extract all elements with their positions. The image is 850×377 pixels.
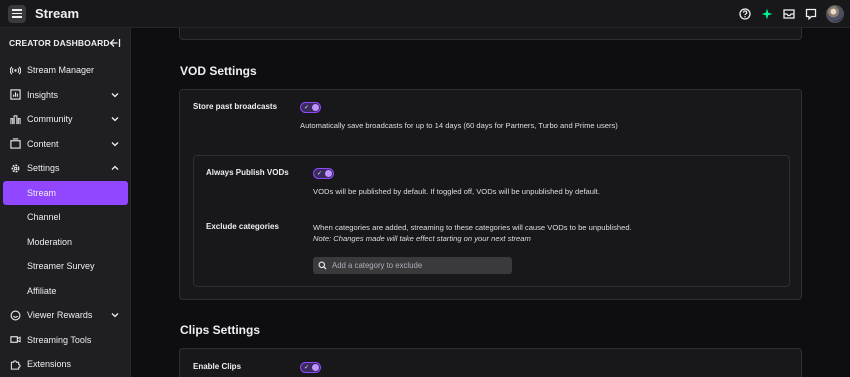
sidebar-item-community[interactable]: Community: [0, 107, 130, 132]
top-bar-icons: [734, 4, 844, 24]
sidebar-item-settings[interactable]: Settings: [0, 156, 130, 181]
exclude-categories-description: When categories are added, streaming to …: [313, 222, 632, 244]
sidebar-subitem-streamer-survey[interactable]: Streamer Survey: [0, 254, 130, 279]
content-icon: [9, 138, 21, 150]
sidebar-item-label: Stream Manager: [27, 65, 95, 76]
chevron-down-icon: [111, 92, 119, 97]
publish-vods-toggle[interactable]: ✓: [313, 168, 334, 179]
sidebar-subitem-moderation[interactable]: Moderation: [0, 230, 130, 255]
insights-icon: [9, 89, 21, 101]
sidebar-header: CREATOR DASHBOARD: [0, 28, 130, 58]
sidebar-item-label: Community: [27, 114, 73, 125]
search-placeholder: Add a category to exclude: [332, 261, 423, 270]
vod-settings-title: VOD Settings: [180, 64, 257, 78]
publish-vods-card: Always Publish VODs ✓ VODs will be publi…: [193, 155, 790, 287]
rewards-icon: [9, 309, 21, 321]
check-icon: ✓: [304, 365, 310, 371]
sidebar-item-stream-manager[interactable]: Stream Manager: [0, 58, 130, 83]
whispers-icon[interactable]: [800, 4, 822, 24]
check-icon: ✓: [304, 105, 310, 111]
store-broadcasts-description: Automatically save broadcasts for up to …: [300, 121, 618, 130]
sidebar-item-label: Viewer Rewards: [27, 310, 93, 321]
sidebar-item-label: Insights: [27, 89, 59, 100]
main-content: VOD Settings Store past broadcasts ✓ Aut…: [131, 28, 850, 377]
store-broadcasts-label: Store past broadcasts: [193, 102, 278, 111]
sidebar-item-content[interactable]: Content: [0, 132, 130, 157]
vod-settings-card: Store past broadcasts ✓ Automatically sa…: [179, 89, 802, 300]
prime-loot-icon[interactable]: [756, 4, 778, 24]
sidebar-item-insights[interactable]: Insights: [0, 83, 130, 108]
sidebar: CREATOR DASHBOARD Stream Manager Insight…: [0, 28, 131, 377]
enable-clips-toggle[interactable]: ✓: [300, 362, 321, 373]
exclude-categories-text: When categories are added, streaming to …: [313, 223, 632, 232]
sidebar-item-viewer-rewards[interactable]: Viewer Rewards: [0, 303, 130, 328]
clips-settings-card: Enable Clips ✓: [179, 348, 802, 377]
puzzle-icon: [9, 358, 21, 370]
chevron-up-icon: [111, 165, 119, 170]
previous-settings-card: [179, 28, 802, 40]
community-icon: [9, 113, 21, 125]
search-icon: [318, 261, 327, 270]
sidebar-subitem-channel[interactable]: Channel: [0, 205, 130, 230]
sidebar-item-label: Content: [27, 138, 59, 149]
exclude-categories-note: Note: Changes made will take effect star…: [313, 234, 531, 243]
clips-settings-title: Clips Settings: [180, 323, 261, 337]
help-icon[interactable]: [734, 4, 756, 24]
chevron-down-icon: [111, 313, 119, 318]
camera-icon: [9, 334, 21, 346]
page-title: Stream: [35, 6, 80, 21]
store-broadcasts-toggle[interactable]: ✓: [300, 102, 321, 113]
broadcast-icon: [9, 64, 21, 76]
sidebar-item-extensions[interactable]: Extensions: [0, 352, 130, 377]
sidebar-item-streaming-tools[interactable]: Streaming Tools: [0, 328, 130, 353]
sidebar-item-label: Settings: [27, 163, 60, 174]
sidebar-item-label: Streaming Tools: [27, 334, 92, 345]
chevron-down-icon: [111, 117, 119, 122]
top-bar: Stream: [0, 0, 850, 28]
enable-clips-label: Enable Clips: [193, 362, 242, 371]
exclude-category-search-input[interactable]: Add a category to exclude: [313, 257, 512, 274]
user-avatar[interactable]: [826, 5, 844, 23]
check-icon: ✓: [317, 171, 323, 177]
chevron-down-icon: [111, 141, 119, 146]
sidebar-item-label: Extensions: [27, 359, 72, 370]
collapse-sidebar-icon[interactable]: [109, 37, 121, 49]
sidebar-heading: CREATOR DASHBOARD: [9, 38, 110, 48]
publish-vods-label: Always Publish VODs: [206, 168, 289, 177]
exclude-categories-label: Exclude categories: [206, 222, 279, 231]
inbox-icon[interactable]: [778, 4, 800, 24]
hamburger-menu-icon[interactable]: [8, 4, 26, 23]
sidebar-subitem-stream[interactable]: Stream: [3, 180, 128, 205]
sidebar-subitem-affiliate[interactable]: Affiliate: [0, 279, 130, 304]
gear-icon: [9, 162, 21, 174]
publish-vods-description: VODs will be published by default. If to…: [313, 187, 600, 196]
